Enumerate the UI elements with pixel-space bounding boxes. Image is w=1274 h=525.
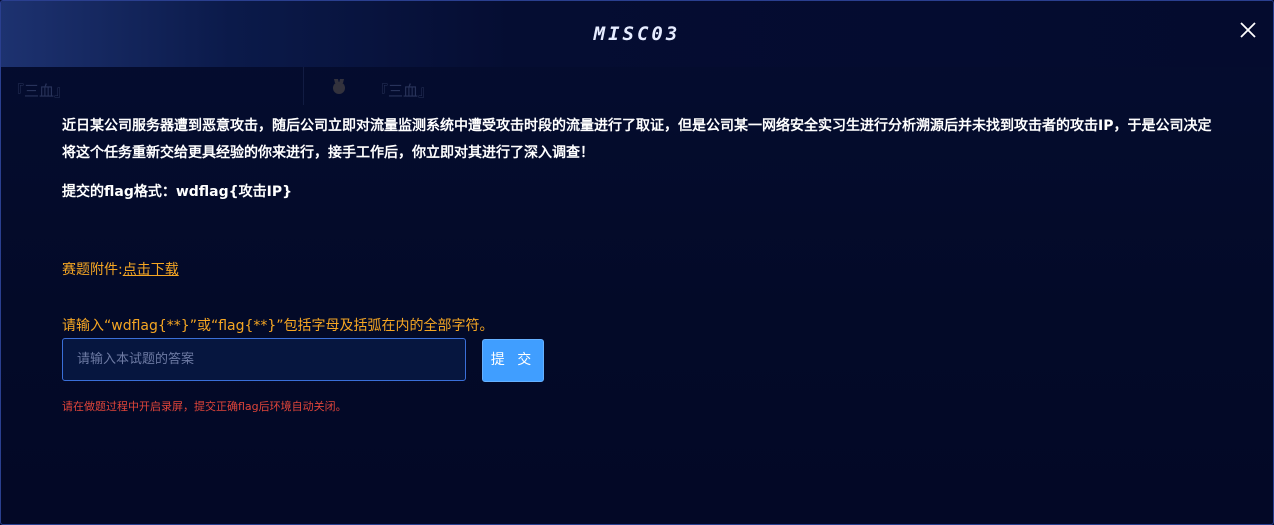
background-rank-label-left: 『三血』: [9, 82, 70, 100]
answer-input[interactable]: [62, 338, 466, 381]
background-rank-label-right: 『三血』: [373, 82, 434, 100]
close-icon[interactable]: [1237, 19, 1259, 41]
medal-icon: [329, 77, 349, 97]
flag-format-text: 提交的flag格式：wdflag{攻击IP}: [62, 184, 293, 200]
recording-warning: 请在做题过程中开启录屏，提交正确flag后环境自动关闭。: [62, 400, 347, 413]
answer-hint: 请输入“wdflag{**}”或“flag{**}”包括字母及括弧在内的全部字符…: [62, 318, 494, 334]
dialog-header: MISC03: [1, 1, 1273, 67]
challenge-description: 近日某公司服务器遭到恶意攻击，随后公司立即对流量监测系统中遭受攻击时段的流量进行…: [62, 118, 1212, 161]
download-link[interactable]: 点击下载: [123, 262, 179, 278]
attachment-label: 赛题附件:: [62, 262, 123, 278]
attachment-line: 赛题附件:点击下载: [62, 259, 179, 279]
submit-button[interactable]: 提 交: [482, 339, 544, 382]
divider: [303, 67, 304, 105]
challenge-dialog: MISC03 『三血』 『三血』 近日某公司服务器遭到恶意攻击，随后公司立即对流…: [0, 0, 1274, 525]
dialog-title: MISC03: [593, 23, 681, 45]
background-scoreboard-row: 『三血』 『三血』: [1, 67, 1273, 105]
